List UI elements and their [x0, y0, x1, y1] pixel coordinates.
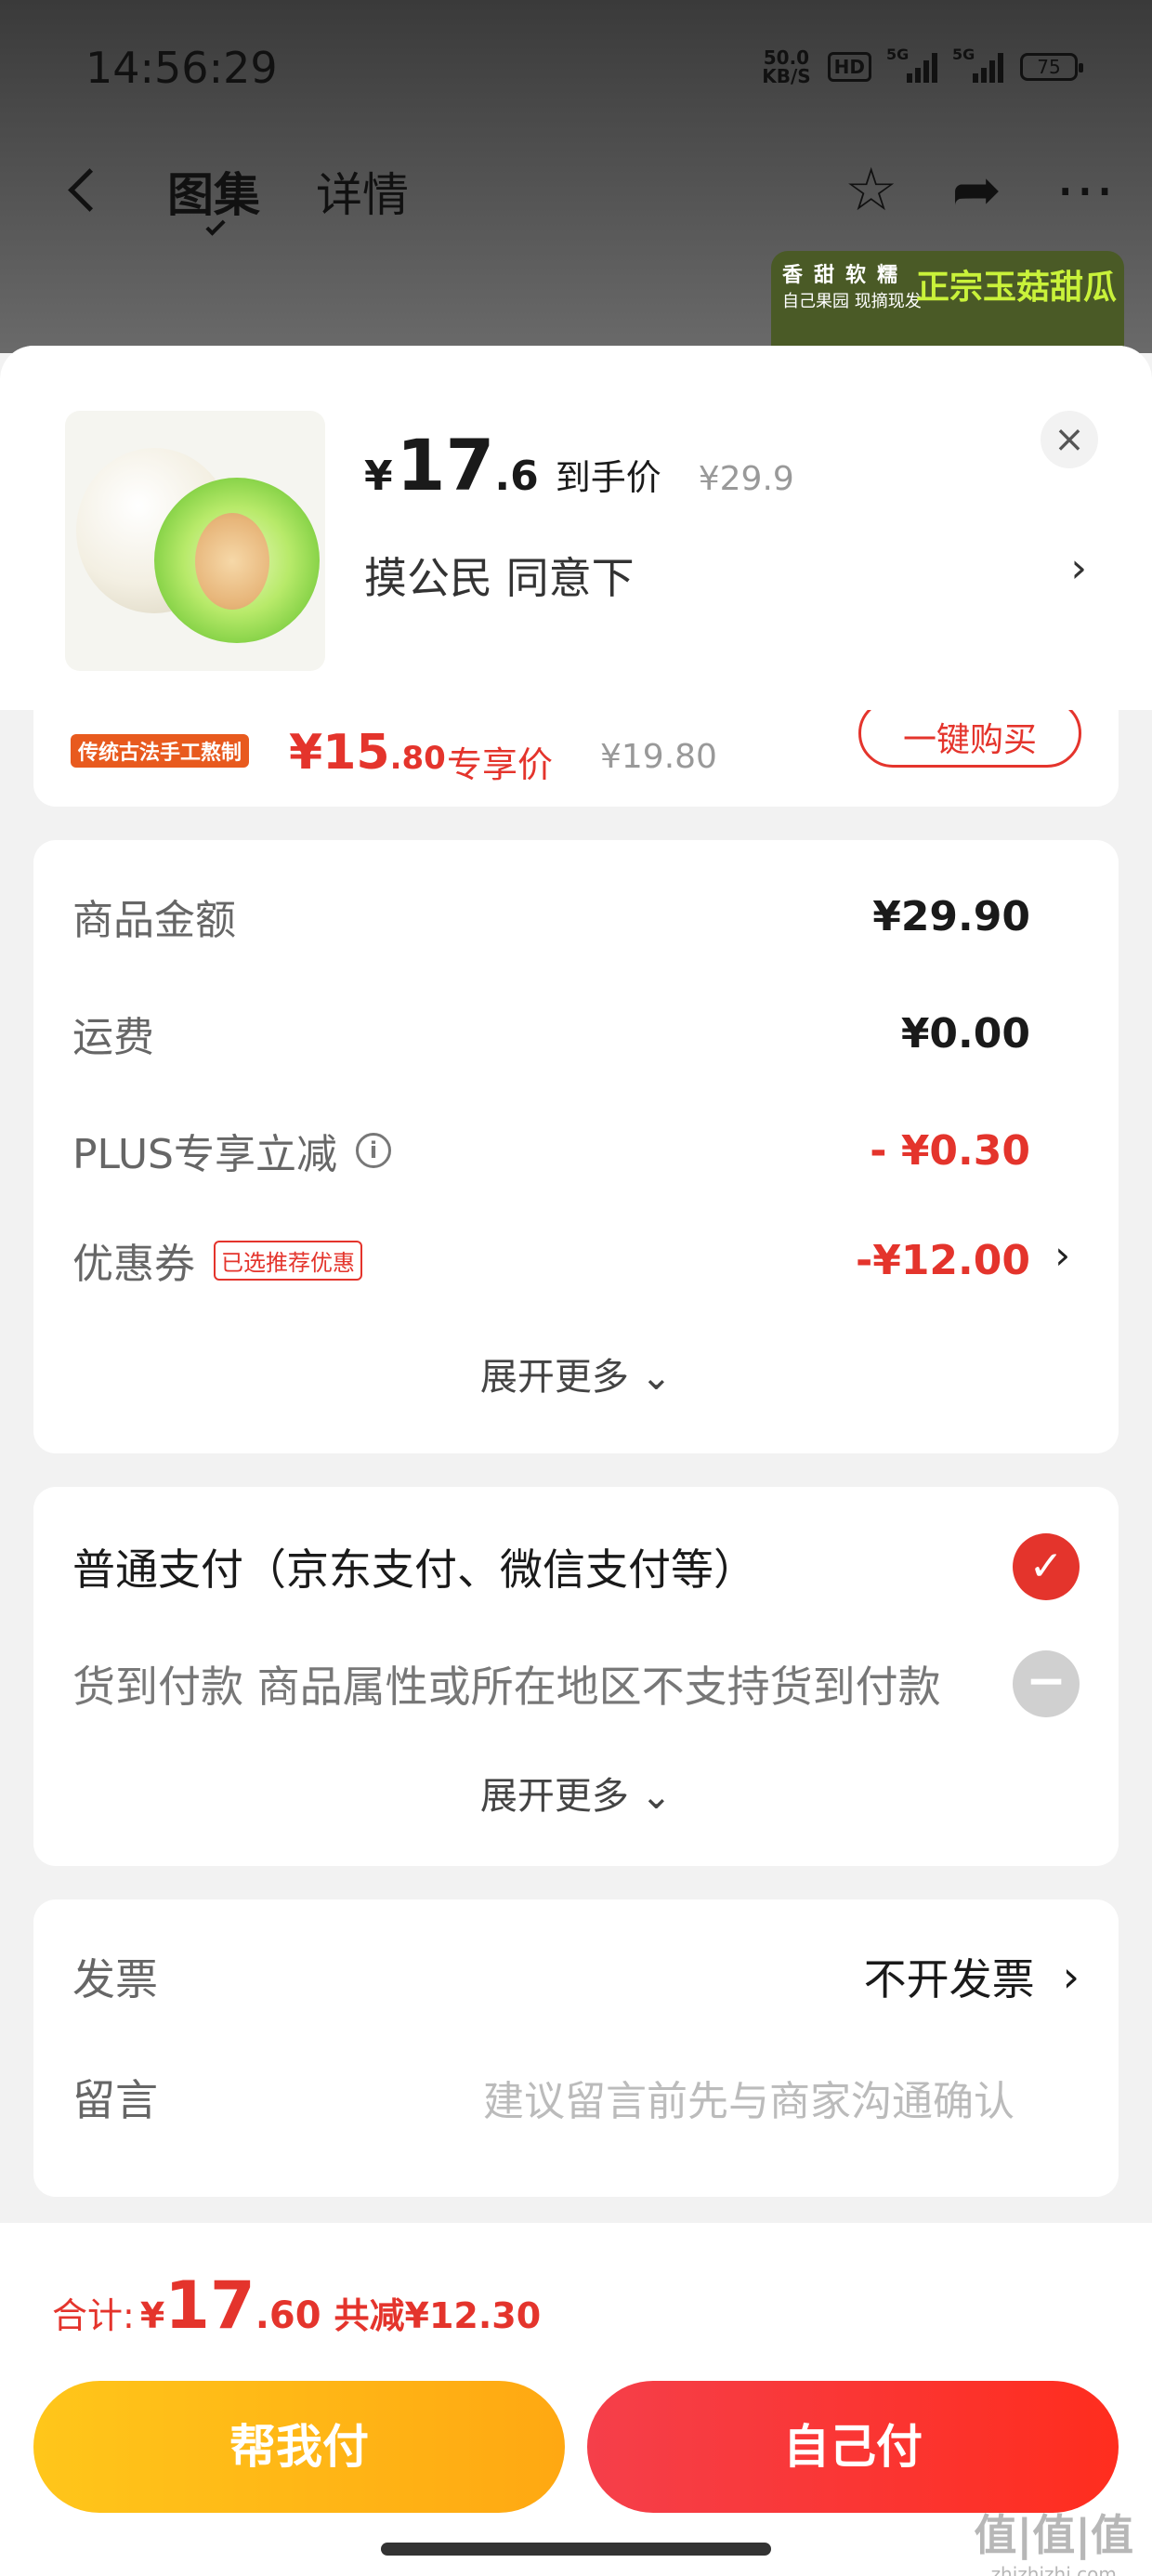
total-saved: 共减¥12.30 — [334, 2295, 542, 2336]
invoice-card: 发票 不开发票 › 留言 建议留言前先与商家沟通确认 — [33, 1899, 1119, 2197]
star-icon[interactable]: ☆ — [844, 156, 897, 225]
product-image — [65, 411, 325, 671]
nav-actions: ☆ ➦ ⋯ — [844, 156, 1115, 225]
price-row: ¥ 17 .6 到手价 ¥29.9 — [364, 424, 794, 506]
chevron-right-icon[interactable]: › — [1054, 1232, 1070, 1278]
sheet-header: ¥ 17 .6 到手价 ¥29.9 × 摸公民 同意下 › — [0, 346, 1152, 710]
invoice-row[interactable]: 发票 不开发票 › — [72, 1946, 1080, 2007]
bottom-action-bar: 合计: ¥ 17 .60 共减¥12.30 帮我付 自己付 值|值|值 zhiz… — [0, 2223, 1152, 2576]
amount-row-shipping: 运费 ¥0.00 — [72, 1009, 1030, 1062]
invoice-value: 不开发票 — [863, 1954, 1035, 2004]
more-icon[interactable]: ⋯ — [1055, 156, 1115, 225]
promo-price: ¥15.80 — [289, 725, 446, 781]
pay-myself-button[interactable]: 自己付 — [587, 2381, 1119, 2513]
expand-more-button[interactable]: 展开更多 ⌄ — [33, 1766, 1119, 1820]
status-time: 14:56:29 — [85, 43, 278, 93]
total-price: 17 — [164, 2267, 255, 2344]
amount-row-goods: 商品金额 ¥29.90 — [72, 892, 1030, 945]
promo-badge: 传统古法手工熬制 — [71, 734, 250, 768]
disabled-icon: − — [1013, 1650, 1080, 1717]
payment-card: 普通支付（京东支付、微信支付等） ✓ 货到付款 商品属性或所在地区不支持货到付款… — [33, 1487, 1119, 1866]
amount-row-plus: PLUS专享立减 i - ¥0.30 — [72, 1126, 1030, 1179]
network-speed: 50.0 KB/S — [762, 46, 811, 87]
total-summary: 合计: ¥ 17 .60 共减¥12.30 — [52, 2267, 542, 2344]
original-price: ¥29.9 — [698, 460, 794, 498]
amount-card: 商品金额 ¥29.90 运费 ¥0.00 PLUS专享立减 i - ¥0.30 … — [33, 840, 1119, 1453]
chevron-right-icon[interactable]: › — [1070, 545, 1087, 592]
pay-for-me-button[interactable]: 帮我付 — [33, 2381, 565, 2513]
back-icon[interactable] — [58, 162, 104, 217]
final-price-label: 到手价 — [555, 457, 661, 498]
signal-icon: 5G — [886, 46, 937, 83]
hd-icon: HD — [827, 52, 871, 82]
close-button[interactable]: × — [1041, 411, 1098, 468]
promo-tag: 专享价 — [447, 744, 554, 785]
share-icon[interactable]: ➦ — [951, 156, 1001, 225]
check-icon[interactable]: ✓ — [1013, 1533, 1080, 1600]
note-row[interactable]: 留言 建议留言前先与商家沟通确认 — [72, 2067, 1080, 2128]
info-icon[interactable]: i — [356, 1133, 391, 1168]
product-preview-image: 香甜软糯 自己果园 现摘现发 正宗玉菇甜瓜 — [771, 251, 1124, 353]
expand-more-button[interactable]: 展开更多 ⌄ — [33, 1347, 1119, 1400]
tab-details[interactable]: 详情 — [316, 158, 409, 225]
note-input[interactable]: 建议留言前先与商家沟通确认 — [483, 2068, 1015, 2127]
signal-icon-2: 5G — [952, 46, 1003, 83]
watermark-logo: 值|值|值 zhizhizhi.com — [974, 2510, 1133, 2576]
final-price: 17 — [396, 424, 495, 506]
promo-original-price: ¥19.80 — [600, 738, 717, 776]
tab-gallery[interactable]: 图集 — [167, 158, 260, 225]
amount-row-coupon[interactable]: 优惠券 已选推荐优惠 -¥12.00 — [72, 1230, 1030, 1290]
status-bar: 14:56:29 50.0 KB/S HD 5G 5G 75 — [0, 0, 1152, 139]
battery-icon: 75 — [1020, 53, 1083, 81]
payment-option-normal[interactable]: 普通支付（京东支付、微信支付等） ✓ — [72, 1533, 1080, 1600]
spec-selector[interactable]: 摸公民 同意下 — [364, 545, 635, 606]
coupon-tag: 已选推荐优惠 — [214, 1240, 362, 1281]
nav-bar: 图集 详情 ☆ ➦ ⋯ — [0, 139, 1152, 242]
home-indicator[interactable] — [381, 2543, 771, 2556]
chevron-right-icon: › — [1062, 1952, 1080, 2002]
payment-option-cod: 货到付款 商品属性或所在地区不支持货到付款 − — [72, 1650, 1080, 1717]
status-indicators: 50.0 KB/S HD 5G 5G 75 — [762, 46, 1083, 87]
